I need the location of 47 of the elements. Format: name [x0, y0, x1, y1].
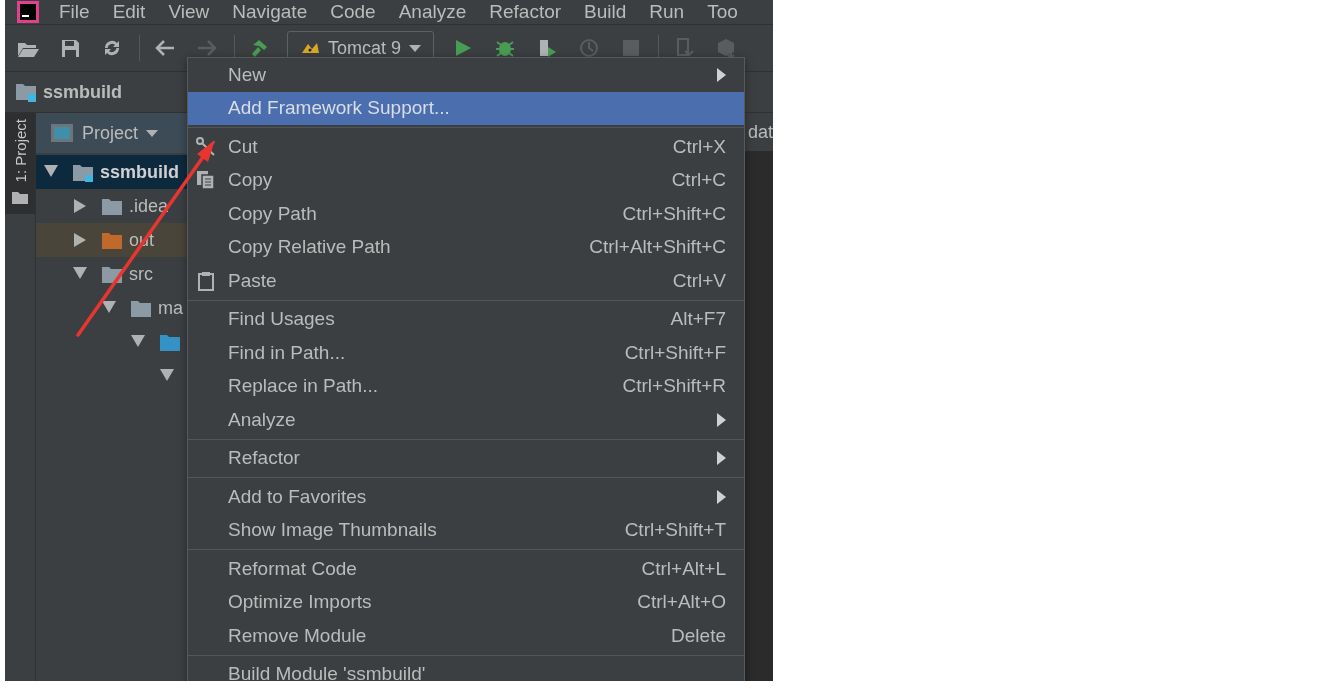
menu-item[interactable]: Reformat Code Ctrl+Alt+L — [188, 552, 744, 586]
breadcrumb[interactable]: ssmbuild — [15, 81, 122, 103]
menu-item[interactable]: Navigate — [232, 1, 308, 23]
folder-icon — [101, 196, 123, 216]
menu-item[interactable]: Refactor — [489, 1, 562, 23]
menu-item[interactable]: Edit — [112, 1, 146, 23]
folder-icon — [72, 162, 94, 182]
tree-row[interactable]: src — [36, 257, 188, 291]
menu-item[interactable]: Analyze — [398, 1, 467, 23]
menu-item[interactable]: File — [59, 1, 90, 23]
menu-item[interactable]: Cut Ctrl+X — [188, 130, 744, 164]
menu-item[interactable]: Add to Favorites — [188, 480, 744, 514]
tree-row[interactable]: ssmbuild — [36, 155, 188, 189]
scissors-icon — [196, 136, 216, 157]
menu-item[interactable]: Find Usages Alt+F7 — [188, 302, 744, 336]
folder-icon — [101, 230, 123, 250]
menu-item[interactable]: Copy Ctrl+C — [188, 163, 744, 197]
module-folder-icon — [15, 81, 37, 103]
caret-icon — [409, 44, 422, 52]
folder-icon — [12, 190, 28, 205]
menu-item[interactable]: Copy Path Ctrl+Shift+C — [188, 197, 744, 231]
tool-window-tab[interactable]: 1: Project — [5, 113, 35, 215]
caret-icon — [146, 129, 159, 137]
menu-item[interactable]: Copy Relative Path Ctrl+Alt+Shift+C — [188, 230, 744, 264]
menu-item[interactable]: Too — [707, 1, 738, 23]
menu-item[interactable]: Analyze — [188, 403, 744, 437]
menu-item[interactable]: Paste Ctrl+V — [188, 264, 744, 298]
tree-row[interactable]: ma — [36, 291, 188, 325]
folder-icon — [159, 332, 181, 352]
menu-item[interactable]: Show Image Thumbnails Ctrl+Shift+T — [188, 513, 744, 547]
menu-item[interactable]: Refactor — [188, 441, 744, 475]
menu-item[interactable]: Add Framework Support... — [188, 91, 744, 125]
copy-icon — [196, 170, 216, 191]
menu-item[interactable]: Run — [649, 1, 685, 23]
panel-icon — [50, 122, 74, 144]
menu-item[interactable]: Build Module 'ssmbuild' — [188, 657, 744, 681]
folder-icon — [130, 298, 152, 318]
clipboard-icon — [196, 270, 216, 291]
menu-item[interactable]: Optimize Imports Ctrl+Alt+O — [188, 585, 744, 619]
menu-item[interactable]: Replace in Path... Ctrl+Shift+R — [188, 369, 744, 403]
menu-item[interactable]: Build — [584, 1, 627, 23]
editor-tab[interactable]: dat — [747, 121, 773, 143]
menu-item[interactable]: Code — [330, 1, 376, 23]
menu-item[interactable]: Find in Path... Ctrl+Shift+F — [188, 336, 744, 370]
app-logo-icon — [17, 1, 39, 23]
menu-item[interactable]: View — [168, 1, 210, 23]
menu-item[interactable]: Remove Module Delete — [188, 619, 744, 653]
